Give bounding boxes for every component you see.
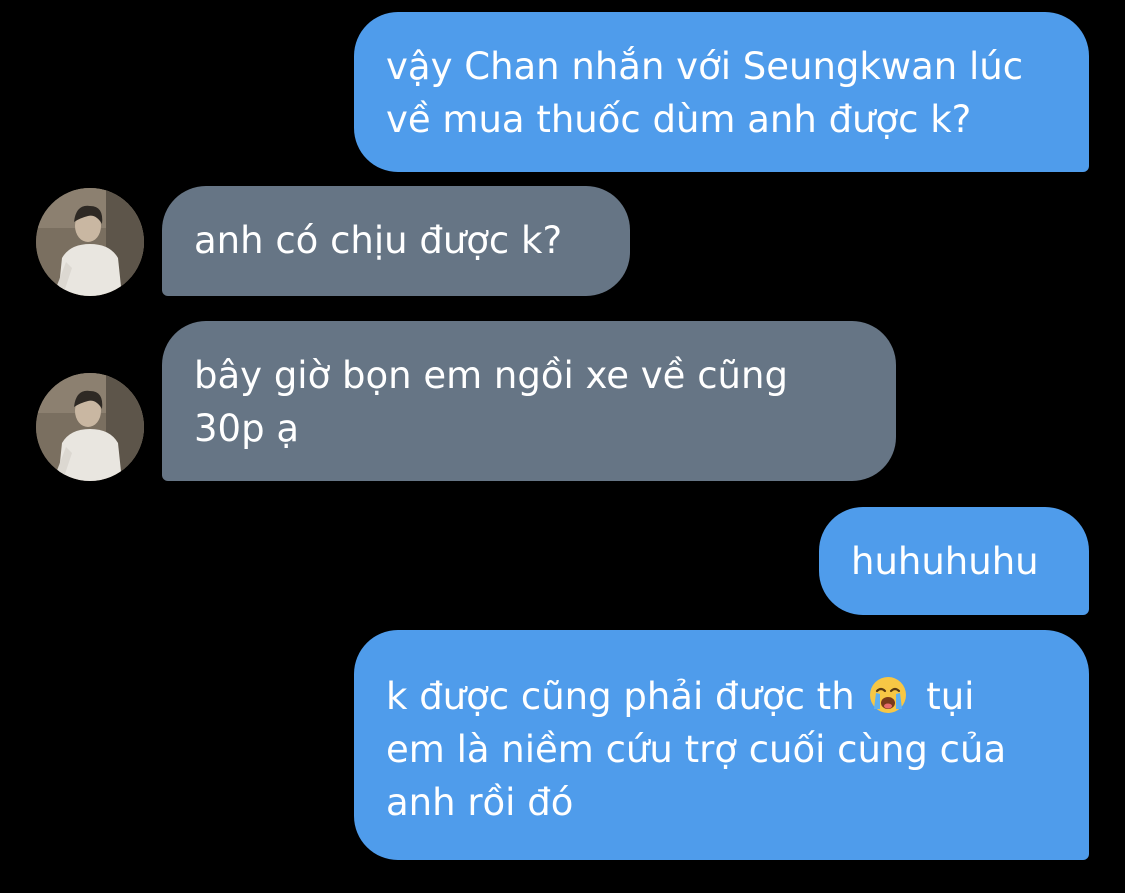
message-text-line: 30p ạ [194, 407, 300, 450]
message-bubble-outgoing[interactable]: vậy Chan nhắn với Seungkwan lúc về mua t… [354, 12, 1089, 172]
message-bubble-incoming[interactable]: anh có chịu được k? [162, 186, 630, 296]
message-text-line: bây giờ bọn em ngồi xe về cũng [194, 354, 788, 397]
person-photo-icon [36, 188, 144, 296]
message-bubble-outgoing[interactable]: huhuhuhu [819, 507, 1089, 615]
message-text-segment: tụi [926, 675, 975, 718]
message-text-segment: k được cũng phải được th [386, 675, 855, 718]
person-photo-icon [36, 373, 144, 481]
message-bubble-outgoing[interactable]: k được cũng phải được th tụi em là niềm … [354, 630, 1089, 860]
loudly-crying-face-icon [868, 675, 908, 715]
message-text-line-with-emoji: k được cũng phải được th tụi [386, 670, 1057, 723]
contact-avatar[interactable] [36, 188, 144, 296]
message-text-line: anh có chịu được k? [194, 219, 563, 262]
message-text-line: vậy Chan nhắn với Seungkwan lúc [386, 45, 1024, 88]
message-text-line: về mua thuốc dùm anh được k? [386, 98, 972, 141]
message-text-line: huhuhuhu [851, 540, 1039, 583]
message-text-line: em là niềm cứu trợ cuối cùng của [386, 728, 1007, 771]
contact-avatar[interactable] [36, 373, 144, 481]
message-bubble-incoming[interactable]: bây giờ bọn em ngồi xe về cũng 30p ạ [162, 321, 896, 481]
message-text-line: anh rồi đó [386, 781, 574, 824]
